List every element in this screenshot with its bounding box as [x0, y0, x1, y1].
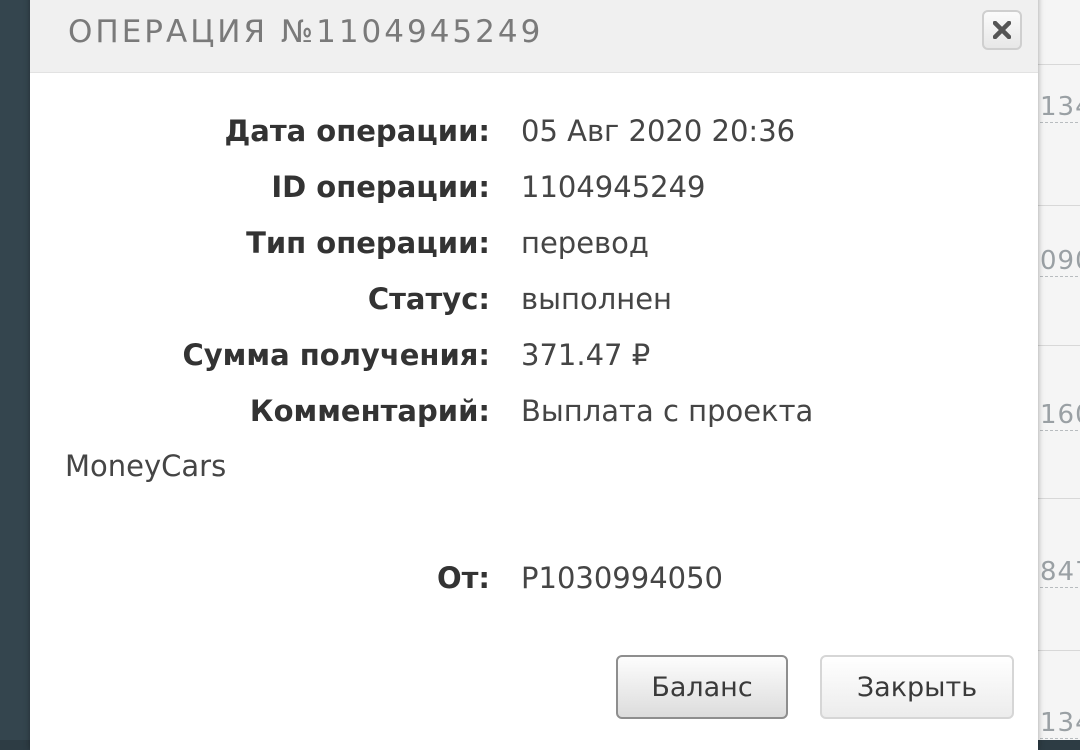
operation-dialog: ОПЕРАЦИЯ №1104945249 Дата операции: 05 А…	[30, 0, 1038, 750]
row-label: От:	[436, 561, 490, 595]
amount-value: 371.47 ₽	[521, 338, 651, 372]
row-from: От: P1030994050	[30, 558, 1038, 598]
dialog-title: ОПЕРАЦИЯ №1104945249	[68, 14, 544, 50]
status-value: выполнен	[521, 282, 672, 316]
dialog-titlebar: ОПЕРАЦИЯ №1104945249	[30, 0, 1038, 73]
background-amount: 134	[1040, 92, 1080, 123]
comment-continuation: MoneyCars	[65, 449, 227, 483]
from-value: P1030994050	[521, 561, 723, 595]
close-button[interactable]: Закрыть	[820, 655, 1014, 719]
background-row-divider	[1038, 345, 1080, 346]
row-label: Статус:	[367, 282, 490, 316]
operation-date-value: 05 Авг 2020 20:36	[521, 114, 796, 148]
balance-button[interactable]: Баланс	[616, 655, 788, 719]
row-label: ID операции:	[271, 170, 490, 204]
row-label: Дата операции:	[224, 114, 490, 148]
row-comment: Комментарий: Выплата с проекта	[30, 391, 1038, 431]
background-row-divider	[1038, 205, 1080, 206]
operation-id-value: 1104945249	[521, 170, 706, 204]
operation-type-value: перевод	[521, 226, 649, 260]
background-row-divider	[1038, 64, 1080, 65]
background-row-divider	[1038, 498, 1080, 499]
close-x-icon	[993, 21, 1011, 39]
row-operation-type: Тип операции: перевод	[30, 223, 1038, 263]
row-operation-date: Дата операции: 05 Авг 2020 20:36	[30, 111, 1038, 151]
row-operation-id: ID операции: 1104945249	[30, 167, 1038, 207]
background-amount: 134	[1040, 708, 1080, 739]
row-status: Статус: выполнен	[30, 279, 1038, 319]
row-amount: Сумма получения: 371.47 ₽	[30, 335, 1038, 375]
comment-value: Выплата с проекта	[521, 394, 814, 428]
row-label: Тип операции:	[246, 226, 490, 260]
close-x-button[interactable]	[982, 10, 1022, 50]
background-amount: 090	[1040, 246, 1080, 277]
background-amount: 160	[1040, 400, 1080, 431]
row-label: Сумма получения:	[182, 338, 490, 372]
background-amount: 847	[1040, 557, 1080, 588]
row-label: Комментарий:	[249, 394, 490, 428]
background-row-divider	[1038, 650, 1080, 651]
